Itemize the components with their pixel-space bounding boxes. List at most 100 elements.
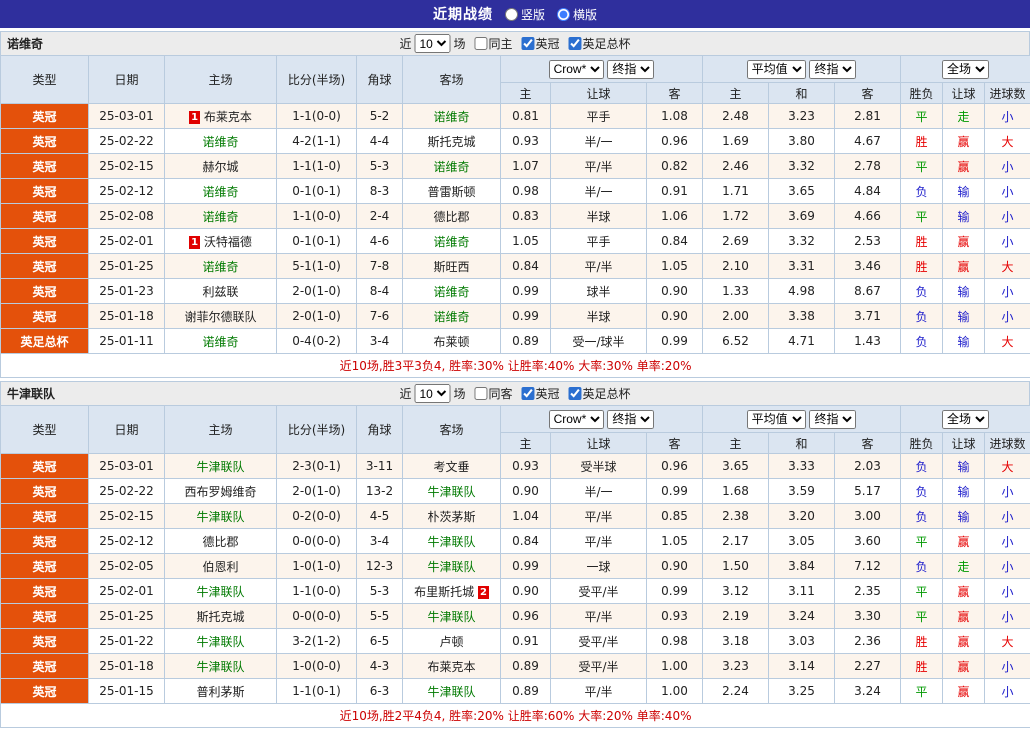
away-team-cell[interactable]: 德比郡 (402, 203, 501, 229)
away-team-name[interactable]: 牛津联队 (427, 610, 475, 624)
league-filter-2[interactable]: 英足总杯 (563, 385, 631, 402)
away-team-name[interactable]: 德比郡 (433, 210, 469, 224)
home-team-cell[interactable]: 1 沃特福德 (164, 228, 277, 254)
away-team-name[interactable]: 牛津联队 (427, 560, 475, 574)
scope-select[interactable]: 全场 (942, 59, 990, 79)
home-team-name[interactable]: 牛津联队 (196, 660, 244, 674)
away-team-cell[interactable]: 斯托克城 (402, 128, 501, 154)
home-team-cell[interactable]: 诺维奇 (164, 128, 277, 154)
home-team-name[interactable]: 诺维奇 (202, 260, 238, 274)
away-team-cell[interactable]: 牛津联队 (402, 678, 501, 704)
away-team-name[interactable]: 布里斯托城 (414, 585, 474, 599)
away-team-cell[interactable]: 布莱顿 (402, 328, 501, 354)
home-team-cell[interactable]: 牛津联队 (164, 503, 277, 529)
away-team-name[interactable]: 考文垂 (433, 460, 469, 474)
away-team-cell[interactable]: 牛津联队 (402, 603, 501, 629)
away-team-name[interactable]: 牛津联队 (427, 535, 475, 549)
layout-vertical-option[interactable]: 竖版 (504, 6, 545, 23)
away-team-name[interactable]: 诺维奇 (433, 235, 469, 249)
home-team-name[interactable]: 布莱克本 (204, 110, 252, 124)
games-count-select[interactable]: 10 (414, 384, 451, 403)
home-team-cell[interactable]: 牛津联队 (164, 453, 277, 479)
home-team-cell[interactable]: 赫尔城 (164, 153, 277, 179)
league2-checkbox[interactable] (568, 37, 582, 50)
away-team-name[interactable]: 牛津联队 (427, 485, 475, 499)
home-team-name[interactable]: 伯恩利 (202, 560, 238, 574)
away-team-name[interactable]: 诺维奇 (433, 110, 469, 124)
away-team-cell[interactable]: 牛津联队 (402, 478, 501, 504)
away-team-name[interactable]: 斯旺西 (433, 260, 469, 274)
same-venue-checkbox[interactable] (474, 37, 488, 50)
home-team-cell[interactable]: 牛津联队 (164, 578, 277, 604)
away-team-name[interactable]: 卢顿 (439, 635, 463, 649)
odds-source-select[interactable]: Crow* (548, 409, 604, 429)
home-team-cell[interactable]: 诺维奇 (164, 178, 277, 204)
away-team-cell[interactable]: 考文垂 (402, 453, 501, 479)
home-team-name[interactable]: 诺维奇 (202, 135, 238, 149)
odds-time-select[interactable]: 终指 (607, 409, 655, 429)
layout-horizontal-option[interactable]: 横版 (557, 6, 597, 23)
away-team-name[interactable]: 诺维奇 (433, 160, 469, 174)
away-team-name[interactable]: 布莱克本 (427, 660, 475, 674)
home-team-cell[interactable]: 斯托克城 (164, 603, 277, 629)
home-team-name[interactable]: 牛津联队 (196, 585, 244, 599)
home-team-cell[interactable]: 利兹联 (164, 278, 277, 304)
home-team-cell[interactable]: 谢菲尔德联队 (164, 303, 277, 329)
away-team-cell[interactable]: 布里斯托城 2 (402, 578, 501, 604)
home-team-name[interactable]: 普利茅斯 (196, 685, 244, 699)
home-team-name[interactable]: 牛津联队 (196, 635, 244, 649)
avg-time-select[interactable]: 终指 (809, 409, 857, 429)
home-team-cell[interactable]: 西布罗姆维奇 (164, 478, 277, 504)
same-venue-filter[interactable]: 同客 (468, 385, 513, 402)
horizontal-radio-input[interactable] (557, 7, 570, 21)
away-team-name[interactable]: 布莱顿 (433, 335, 469, 349)
league-filter-1[interactable]: 英冠 (516, 35, 560, 52)
league-filter-2[interactable]: 英足总杯 (563, 35, 631, 52)
odds-time-select[interactable]: 终指 (607, 59, 655, 79)
home-team-name[interactable]: 德比郡 (202, 535, 238, 549)
home-team-name[interactable]: 牛津联队 (196, 460, 244, 474)
away-team-cell[interactable]: 诺维奇 (402, 103, 501, 129)
home-team-name[interactable]: 沃特福德 (204, 235, 252, 249)
home-team-cell[interactable]: 普利茅斯 (164, 678, 277, 704)
home-team-name[interactable]: 西布罗姆维奇 (184, 485, 256, 499)
home-team-cell[interactable]: 牛津联队 (164, 653, 277, 679)
same-venue-checkbox[interactable] (474, 387, 488, 400)
avg-source-select[interactable]: 平均值 (746, 59, 806, 79)
away-team-cell[interactable]: 普雷斯顿 (402, 178, 501, 204)
home-team-cell[interactable]: 伯恩利 (164, 553, 277, 579)
home-team-name[interactable]: 牛津联队 (196, 510, 244, 524)
away-team-name[interactable]: 斯托克城 (427, 135, 475, 149)
home-team-name[interactable]: 斯托克城 (196, 610, 244, 624)
home-team-cell[interactable]: 德比郡 (164, 528, 277, 554)
away-team-name[interactable]: 诺维奇 (433, 310, 469, 324)
league-filter-1[interactable]: 英冠 (516, 385, 560, 402)
vertical-radio-input[interactable] (504, 7, 518, 21)
away-team-cell[interactable]: 布莱克本 (402, 653, 501, 679)
avg-source-select[interactable]: 平均值 (746, 409, 806, 429)
home-team-cell[interactable]: 牛津联队 (164, 628, 277, 654)
home-team-name[interactable]: 诺维奇 (202, 335, 238, 349)
away-team-cell[interactable]: 朴茨茅斯 (402, 503, 501, 529)
home-team-name[interactable]: 诺维奇 (202, 210, 238, 224)
away-team-cell[interactable]: 斯旺西 (402, 253, 501, 279)
scope-select[interactable]: 全场 (942, 409, 990, 429)
odds-source-select[interactable]: Crow* (548, 59, 604, 79)
away-team-cell[interactable]: 牛津联队 (402, 553, 501, 579)
home-team-name[interactable]: 赫尔城 (202, 160, 238, 174)
away-team-cell[interactable]: 诺维奇 (402, 228, 501, 254)
away-team-cell[interactable]: 诺维奇 (402, 153, 501, 179)
league2-checkbox[interactable] (568, 387, 582, 400)
away-team-cell[interactable]: 诺维奇 (402, 303, 501, 329)
away-team-cell[interactable]: 诺维奇 (402, 278, 501, 304)
games-count-select[interactable]: 10 (414, 34, 451, 53)
home-team-cell[interactable]: 诺维奇 (164, 203, 277, 229)
home-team-cell[interactable]: 1 布莱克本 (164, 103, 277, 129)
same-venue-filter[interactable]: 同主 (468, 35, 513, 52)
avg-time-select[interactable]: 终指 (809, 59, 857, 79)
league1-checkbox[interactable] (521, 387, 535, 400)
away-team-name[interactable]: 朴茨茅斯 (427, 510, 475, 524)
home-team-name[interactable]: 利兹联 (202, 285, 238, 299)
away-team-name[interactable]: 普雷斯顿 (427, 185, 475, 199)
home-team-cell[interactable]: 诺维奇 (164, 328, 277, 354)
